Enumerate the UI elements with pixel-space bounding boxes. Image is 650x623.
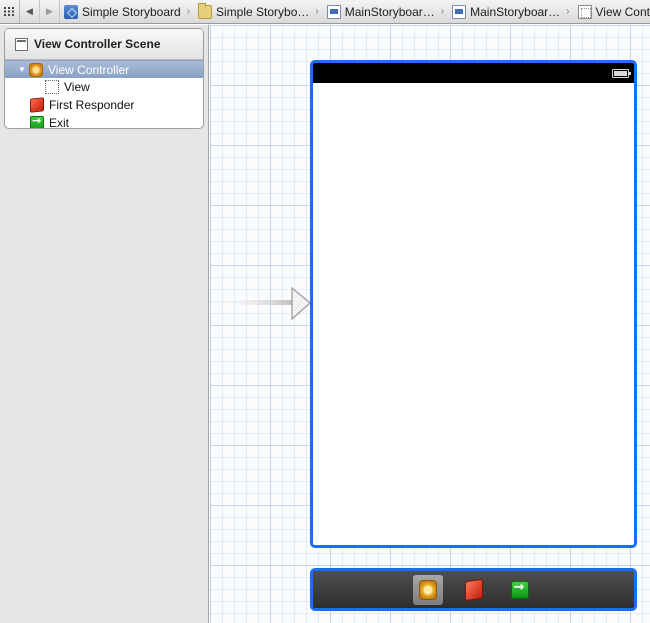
storyboard-file-icon bbox=[452, 4, 467, 19]
chevron-right-icon: › bbox=[566, 6, 570, 17]
scene-dock bbox=[310, 568, 637, 611]
forward-arrow-icon[interactable]: ▶ bbox=[40, 0, 60, 23]
chevron-right-icon: › bbox=[186, 6, 191, 17]
battery-icon bbox=[612, 69, 631, 78]
outline-item-label: Exit bbox=[49, 116, 70, 129]
storyboard-file-icon bbox=[326, 4, 341, 19]
scene-icon bbox=[15, 37, 28, 51]
breadcrumb-storyboard-file[interactable]: MainStoryboar… › bbox=[323, 0, 448, 23]
outline-item-label: View bbox=[64, 80, 90, 94]
dock-item-view-controller[interactable] bbox=[412, 574, 443, 605]
outline-item-label: First Responder bbox=[49, 98, 135, 112]
storyboard-entry-arrow-icon[interactable] bbox=[210, 285, 320, 325]
scene-group: View Controller Scene ▼ View Controller … bbox=[4, 28, 204, 129]
exit-icon bbox=[510, 580, 529, 599]
first-responder-icon bbox=[30, 97, 44, 113]
storyboard-canvas[interactable] bbox=[210, 25, 650, 623]
project-icon bbox=[63, 4, 78, 19]
first-responder-icon bbox=[464, 578, 483, 601]
related-items-grid-icon[interactable] bbox=[0, 0, 20, 23]
breadcrumb-view-controller-scene[interactable]: View Cont bbox=[574, 0, 650, 23]
chevron-right-icon: › bbox=[315, 6, 319, 17]
breadcrumb-storyboard-base[interactable]: MainStoryboar… › bbox=[448, 0, 573, 23]
status-bar bbox=[313, 63, 634, 83]
breadcrumb-label: MainStoryboar… bbox=[344, 4, 435, 19]
jump-bar: ◀ ▶ Simple Storyboard › Simple Storybo… … bbox=[0, 0, 650, 24]
view-controller-icon bbox=[418, 579, 437, 600]
breadcrumb-label: Simple Storyboard bbox=[81, 4, 181, 19]
outline-item-exit[interactable]: Exit bbox=[5, 114, 203, 129]
breadcrumb-label: View Cont bbox=[595, 4, 650, 19]
breadcrumb-label: MainStoryboar… bbox=[470, 4, 561, 19]
breadcrumb-label: Simple Storybo… bbox=[216, 4, 310, 19]
view-controller-icon bbox=[577, 4, 592, 19]
view-icon bbox=[45, 80, 59, 94]
view-controller-view[interactable] bbox=[310, 60, 637, 548]
outline-item-first-responder[interactable]: First Responder bbox=[5, 96, 203, 114]
folder-icon bbox=[198, 2, 213, 19]
document-outline: View Controller Scene ▼ View Controller … bbox=[0, 25, 209, 623]
chevron-right-icon: › bbox=[440, 6, 445, 17]
back-arrow-icon[interactable]: ◀ bbox=[20, 0, 40, 23]
breadcrumb-group[interactable]: Simple Storybo… › bbox=[194, 0, 323, 23]
view-controller-icon bbox=[29, 62, 43, 77]
disclosure-triangle-icon[interactable]: ▼ bbox=[15, 65, 29, 74]
outline-item-view-controller[interactable]: ▼ View Controller bbox=[5, 60, 203, 78]
outline-item-label: View Controller bbox=[48, 62, 130, 77]
exit-icon bbox=[30, 114, 44, 128]
breadcrumb-project[interactable]: Simple Storyboard › bbox=[60, 0, 194, 23]
outline-item-view[interactable]: View bbox=[5, 78, 203, 96]
scene-title: View Controller Scene bbox=[34, 37, 161, 51]
scene-header[interactable]: View Controller Scene bbox=[5, 29, 203, 60]
dock-item-first-responder[interactable] bbox=[459, 575, 489, 605]
dock-item-exit[interactable] bbox=[505, 575, 535, 605]
